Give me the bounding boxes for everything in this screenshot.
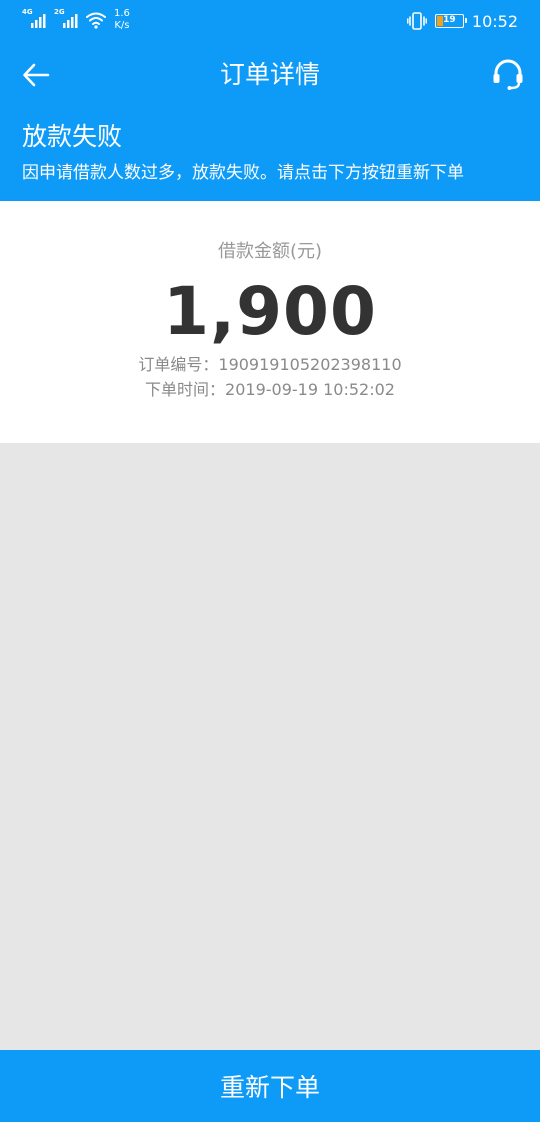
vibrate-icon: [406, 12, 427, 30]
loan-amount-value: 1,900: [163, 273, 377, 350]
customer-service-button[interactable]: [488, 54, 528, 94]
status-time: 10:52: [471, 11, 518, 31]
signal-icon: 2G: [54, 8, 80, 30]
battery-level: 19: [443, 15, 456, 25]
status-bar: 4G 2G 1.6 K/s 19 10:52: [0, 0, 540, 40]
wifi-icon: [86, 12, 106, 29]
reorder-button-label: 重新下单: [219, 1073, 320, 1102]
order-summary-card: 借款金额(元) 1,900 订单编号：190919105202398110 下单…: [0, 201, 540, 443]
loan-amount-label: 借款金额(元): [217, 241, 323, 262]
order-time-row: 下单时间：2019-09-19 10:52:02: [0, 379, 540, 401]
network-speed: 1.6 K/s: [114, 8, 130, 32]
signal-icon: 4G: [22, 8, 48, 30]
page-title: 订单详情: [219, 60, 320, 89]
order-time-value: 2019-09-19 10:52:02: [225, 380, 395, 399]
status-bar-right: 19 10:52: [406, 10, 518, 32]
order-number-value: 190919105202398110: [218, 355, 402, 374]
loan-status-description: 因申请借款人数过多，放款失败。请点击下方按钮重新下单: [22, 163, 464, 183]
order-time-label: 下单时间：: [145, 380, 226, 399]
loan-status-title: 放款失败: [22, 122, 123, 151]
status-bar-left: 4G 2G 1.6 K/s: [22, 8, 130, 36]
order-number-row: 订单编号：190919105202398110: [0, 354, 540, 376]
reorder-button[interactable]: 重新下单: [0, 1050, 540, 1122]
network-speed-value: 1.6: [114, 8, 130, 19]
network-speed-unit: K/s: [114, 20, 130, 31]
battery-icon: 19: [434, 14, 467, 28]
headset-icon: [493, 59, 523, 90]
order-number-label: 订单编号：: [138, 355, 219, 374]
nav-bar: 订单详情: [0, 40, 540, 110]
